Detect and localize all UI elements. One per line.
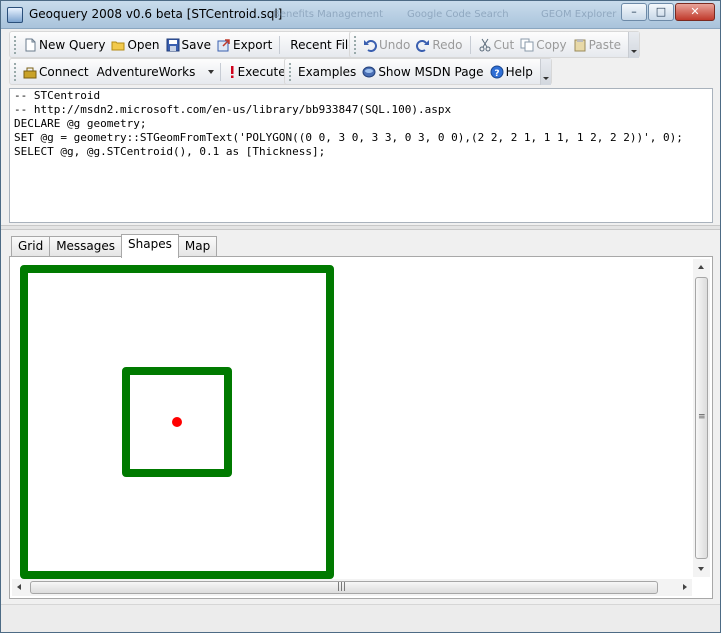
execute-icon	[228, 65, 236, 79]
cut-button[interactable]: Cut	[475, 34, 518, 56]
background-window-title: Benefits Management	[273, 9, 383, 20]
database-select[interactable]: AdventureWorks	[94, 62, 216, 82]
sql-editor[interactable]: -- STCentroid -- http://msdn2.microsoft.…	[9, 88, 713, 223]
save-button[interactable]: Save	[163, 34, 214, 56]
help-toolbar: Examples Show MSDN Page ? Help	[284, 58, 552, 85]
open-button[interactable]: Open	[108, 34, 162, 56]
shapes-panel: ≡ |||	[9, 256, 713, 599]
export-icon	[217, 38, 231, 52]
paste-icon	[573, 38, 587, 52]
redo-label: Redo	[432, 37, 463, 52]
app-window: Geoquery 2008 v0.6 beta [STCentroid.sql]…	[0, 0, 721, 633]
msdn-icon	[362, 65, 376, 79]
show-msdn-button[interactable]: Show MSDN Page	[359, 61, 486, 83]
open-label: Open	[127, 37, 160, 52]
toolbar-overflow-button[interactable]	[628, 31, 640, 58]
undo-label: Undo	[379, 37, 411, 52]
minimize-button[interactable]: –	[621, 3, 647, 21]
export-button[interactable]: Export	[214, 34, 275, 56]
toolbar-separator	[469, 35, 471, 54]
code-line: SELECT @g, @g.STCentroid(), 0.1 as [Thic…	[14, 145, 326, 158]
execute-label: Execute	[237, 64, 286, 79]
background-window-title: Google Code Search	[407, 9, 509, 20]
shapes-canvas	[20, 265, 334, 579]
svg-text:?: ?	[494, 69, 499, 79]
save-icon	[166, 38, 180, 52]
app-icon	[7, 7, 23, 23]
paste-label: Paste	[588, 37, 622, 52]
redo-button[interactable]: Redo	[413, 34, 465, 56]
toolbar-separator	[279, 35, 281, 54]
centroid-point	[172, 417, 182, 427]
new-query-label: New Query	[39, 37, 106, 52]
code-line: DECLARE @g geometry;	[14, 117, 147, 130]
scroll-down-icon[interactable]	[698, 567, 704, 571]
help-label: Help	[505, 64, 533, 79]
close-button[interactable]: ✕	[675, 3, 715, 21]
scroll-left-icon[interactable]	[17, 584, 21, 590]
vertical-scrollbar[interactable]: ≡	[693, 259, 710, 577]
scroll-grip-icon: |||	[337, 582, 347, 592]
edit-toolbar: Undo Redo Cut Copy Paste	[349, 31, 641, 58]
cut-label: Cut	[493, 37, 515, 52]
background-window-title: GEOM Explorer	[541, 9, 617, 20]
copy-button[interactable]: Copy	[517, 34, 569, 56]
toolbar-grip[interactable]	[14, 62, 17, 81]
vertical-scroll-thumb[interactable]: ≡	[695, 277, 708, 559]
toolbar-overflow-button[interactable]	[539, 58, 551, 85]
toolbar-separator	[219, 62, 221, 81]
copy-label: Copy	[536, 37, 567, 52]
scroll-right-icon[interactable]	[683, 584, 687, 590]
scroll-grip-icon: ≡	[698, 412, 706, 422]
redo-icon	[416, 38, 430, 52]
toolbar-grip[interactable]	[14, 35, 17, 54]
connect-icon	[23, 65, 37, 79]
connect-label: Connect	[39, 64, 89, 79]
paste-button[interactable]: Paste	[570, 34, 624, 56]
help-icon: ?	[490, 65, 504, 79]
document-icon	[23, 38, 37, 52]
query-toolbar: Connect AdventureWorks Execute	[9, 58, 305, 85]
examples-button[interactable]: Examples	[295, 61, 359, 83]
help-button[interactable]: ? Help	[487, 61, 536, 83]
execute-button[interactable]: Execute	[225, 61, 289, 83]
main-toolbar: New Query Open Save Export Recent Files	[9, 31, 384, 58]
toolbar-grip[interactable]	[289, 62, 292, 81]
new-query-button[interactable]: New Query	[20, 34, 108, 56]
horizontal-scrollbar[interactable]: |||	[12, 579, 692, 596]
code-line: -- http://msdn2.microsoft.com/en-us/libr…	[14, 103, 452, 116]
undo-button[interactable]: Undo	[360, 34, 413, 56]
database-select-value: AdventureWorks	[96, 64, 196, 79]
tab-shapes[interactable]: Shapes	[121, 234, 179, 258]
tab-messages[interactable]: Messages	[49, 236, 123, 257]
export-label: Export	[233, 37, 273, 52]
copy-icon	[520, 38, 534, 52]
status-bar	[1, 604, 720, 632]
code-line: SET @g = geometry::STGeomFromText('POLYG…	[14, 131, 683, 144]
code-line: -- STCentroid	[14, 89, 101, 102]
folder-icon	[111, 38, 125, 52]
maximize-button[interactable]: □	[648, 3, 674, 21]
window-title: Geoquery 2008 v0.6 beta [STCentroid.sql]	[29, 7, 283, 21]
save-label: Save	[181, 37, 211, 52]
scroll-up-icon[interactable]	[698, 265, 704, 269]
undo-icon	[363, 38, 377, 52]
scissors-icon	[478, 38, 492, 52]
chevron-down-icon	[207, 69, 214, 74]
connect-button[interactable]: Connect	[20, 61, 92, 83]
examples-label: Examples	[298, 64, 357, 79]
results-tabs: Grid Messages Shapes Map	[11, 234, 218, 258]
horizontal-scroll-thumb[interactable]: |||	[30, 581, 658, 594]
toolbar-grip[interactable]	[354, 35, 357, 54]
show-msdn-label: Show MSDN Page	[378, 64, 484, 79]
title-bar: Geoquery 2008 v0.6 beta [STCentroid.sql]…	[1, 1, 720, 29]
tab-map[interactable]: Map	[177, 236, 218, 257]
tab-grid[interactable]: Grid	[11, 236, 51, 257]
pane-splitter[interactable]	[1, 225, 720, 230]
